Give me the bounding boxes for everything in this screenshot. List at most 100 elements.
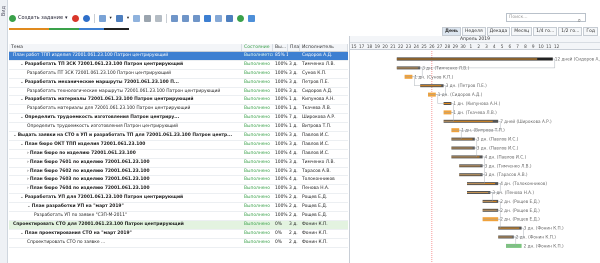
timescale-tab[interactable]: Неделя — [462, 27, 486, 36]
chevron-down-icon: ▾ — [65, 15, 68, 21]
column-header-plan[interactable]: План... — [288, 44, 300, 51]
executor-cell: Толоконников — [302, 177, 335, 183]
info-icon[interactable] — [82, 14, 90, 22]
gantt-body[interactable]: 12 дней (Сидоров А.Д.) 3 дн. (Тимченко Л.… — [350, 51, 600, 263]
expand-toggle-icon[interactable]: › — [27, 160, 29, 165]
filter-icon[interactable] — [226, 14, 234, 22]
percent-done-cell: 100% — [275, 150, 288, 156]
link-icon[interactable] — [115, 14, 123, 22]
column-header-topic[interactable]: Тема — [9, 44, 242, 51]
task-name-cell: ⌄Разработать материалы 72001.061.23.100 … — [9, 96, 242, 104]
table-row[interactable]: ›План бюро 7604 по изделию 72001.061.23.… — [9, 185, 348, 195]
expand-toggle-icon[interactable]: ⌄ — [20, 97, 24, 102]
columns-icon[interactable] — [193, 14, 201, 22]
move-icon[interactable] — [98, 14, 106, 22]
table-row[interactable]: ⌄План проектирования СТО на "март 2019" В… — [9, 230, 348, 239]
task-name: Выдать заявки на СТО в УП и разработать … — [17, 132, 233, 138]
create-task-button[interactable]: Создать задание ▾ — [9, 14, 68, 22]
task-name: Определить трудоемкость изготовления Пат… — [27, 124, 178, 130]
table-row[interactable]: ›План бюро 7601 по изделию 72001.061.23.… — [9, 159, 348, 168]
timescale-tab[interactable]: День — [442, 27, 462, 36]
task-name-cell: ›План бюро 7604 по изделию 72001.061.23.… — [9, 185, 242, 193]
chain-icon[interactable] — [155, 14, 163, 22]
expand-toggle-icon[interactable]: ⌄ — [20, 231, 24, 236]
table-row[interactable]: Определить трудоемкость изготовления Пат… — [9, 123, 348, 133]
percent-done-cell: 100% — [275, 115, 288, 121]
executor-cell: Сидоров А.Д. — [302, 88, 333, 94]
task-name-cell: ⌄Разработать механические маршруты 72001… — [9, 79, 242, 87]
toolbar: Создать задание ▾ ▾ ▾ Поиск... ⌕ — [9, 12, 600, 24]
table-row[interactable]: Разработать ПТ ЗСК 72001.061.23.100 Патр… — [9, 70, 348, 79]
table-row[interactable]: Спроектировать СТО по заявке ... Выполнен… — [9, 239, 348, 248]
column-header-done[interactable]: Вы... — [273, 44, 288, 51]
gantt-day: 5 — [500, 44, 504, 49]
table-row[interactable]: ⌄Разработать УП для 72001.061.23.100 Пат… — [9, 194, 348, 204]
task-name: План бюро 7604 по изделию 72001.061.23.1… — [29, 186, 150, 192]
timescale-tab[interactable]: 1/2 го... — [558, 27, 583, 36]
gantt-bar-label: 3 дн. (Павлов И.С.) — [477, 137, 519, 142]
table-row[interactable]: ›План бюро 7602 по изделию 72001.061.23.… — [9, 168, 348, 177]
table-row[interactable]: Разработать технологические маршруты 720… — [9, 88, 348, 97]
expand-toggle-icon[interactable]: › — [27, 186, 29, 191]
expand-toggle-icon[interactable]: › — [27, 177, 29, 182]
delete-icon[interactable] — [71, 14, 79, 22]
list-view-icon[interactable] — [171, 14, 179, 22]
grid-view-icon[interactable] — [215, 14, 223, 22]
table-row[interactable]: Разработать УП по заявке "СЗП-М-2011" Вып… — [9, 212, 348, 221]
settings-icon[interactable] — [237, 14, 245, 22]
indent-icon[interactable] — [133, 14, 141, 22]
expand-toggle-icon[interactable]: ⌄ — [20, 115, 24, 120]
table-row[interactable]: План работ ТПП изделия 72001.061.23.100 … — [9, 52, 348, 61]
table-row[interactable]: ⌄Разработать механические маршруты 72001… — [9, 79, 348, 88]
table-row[interactable]: ⌄Определить трудоемкость изготовления Па… — [9, 114, 348, 124]
table-row[interactable]: ›План бюро по изделию 72001.061.23.100 Вы… — [9, 150, 348, 159]
expand-toggle-icon[interactable]: ⌄ — [20, 195, 24, 200]
gantt-day: 3 — [485, 44, 488, 49]
table-row[interactable]: ⌄Разработать материалы 72001.061.23.100 … — [9, 96, 348, 106]
task-name: План бюро по изделию 72001.061.23.100 — [29, 150, 136, 156]
table-row[interactable]: ⌄План разработки УП на "март 2019" Выполн… — [9, 203, 348, 213]
search-input[interactable]: Поиск... ⌕ — [506, 13, 586, 24]
task-name: План разработки УП на "март 2019" — [31, 204, 124, 210]
timescale-tab[interactable]: Месяц — [511, 27, 533, 36]
expand-toggle-icon[interactable]: ⌄ — [27, 204, 31, 209]
toolbar-separator — [166, 13, 168, 23]
task-name-cell: ⌄План проектирования СТО на "март 2019" — [9, 230, 242, 238]
table-row[interactable]: ›План бюро 7603 по изделию 72001.061.23.… — [9, 176, 348, 186]
duration-cell: 3 д. — [289, 168, 298, 174]
expand-toggle-icon[interactable]: ⌄ — [13, 133, 17, 138]
monitor-icon[interactable] — [248, 14, 256, 22]
expand-toggle-icon[interactable]: ⌄ — [20, 62, 24, 67]
expand-toggle-icon[interactable]: › — [27, 169, 29, 174]
connect-icon[interactable] — [144, 14, 152, 22]
timescale-tab[interactable]: Год — [583, 27, 598, 36]
executor-cell: Сунов К.П. — [302, 70, 327, 76]
percent-done-cell: 100% — [275, 168, 288, 174]
table-row[interactable]: Разработать материалы для 72001.061.23.1… — [9, 105, 348, 115]
table-row[interactable]: ⌄Выдать заявки на СТО в УП и разработать… — [9, 132, 348, 141]
gantt-view-icon[interactable] — [204, 14, 212, 22]
executor-cell: Рощев Е.Д. — [302, 204, 328, 210]
task-name: Спроектировать СТО по заявке ... — [27, 239, 106, 245]
column-header-executor[interactable]: Исполнитель — [300, 44, 348, 51]
gantt-bar-label: 2 дн. (Фонин К.П.) — [524, 243, 564, 248]
table-row[interactable]: ⌄План бюро ОКТ ТПП изделия 72001.061.23.… — [9, 141, 348, 150]
expand-toggle-icon[interactable]: ⌄ — [20, 80, 24, 85]
column-header-state[interactable]: Состояние — [242, 44, 273, 51]
status-cell: Выполняется — [244, 52, 273, 58]
expand-toggle-icon[interactable]: ⌄ — [20, 142, 24, 147]
table-row[interactable]: Спроектировать СТО для 72001.061.23.100 … — [9, 220, 348, 230]
duration-cell: 3 д. — [289, 186, 298, 192]
expand-toggle-icon[interactable]: › — [27, 151, 29, 156]
side-panel-tab[interactable]: Вид — [0, 0, 8, 263]
table-row[interactable]: ⌄Разработать ТП ЗСК 72001.061.23.100 Пат… — [9, 61, 348, 70]
tree-view-icon[interactable] — [182, 14, 190, 22]
task-name-cell: Разработать ПТ ЗСК 72001.061.23.100 Патр… — [9, 70, 242, 78]
percent-done-cell: 100% — [275, 141, 288, 147]
executor-cell: Тимченко Л.В. — [302, 61, 335, 67]
status-cell: Выполнено — [244, 221, 270, 227]
task-name-cell: ⌄Разработать УП для 72001.061.23.100 Пат… — [9, 194, 242, 202]
status-cell: Выполнено — [244, 177, 270, 183]
timescale-tab[interactable]: Декада — [486, 27, 511, 36]
timescale-tab[interactable]: 1/4 го... — [533, 27, 558, 36]
